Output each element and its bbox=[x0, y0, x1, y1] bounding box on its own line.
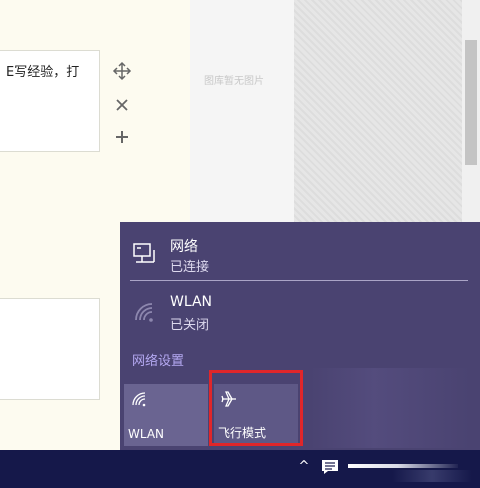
taskbar bbox=[0, 450, 480, 488]
tray-status-bar bbox=[348, 464, 458, 468]
wlan-title: WLAN bbox=[170, 294, 213, 310]
wlan-tile-label: WLAN bbox=[128, 427, 165, 441]
network-settings-link[interactable]: 网络设置 bbox=[132, 350, 184, 369]
network-title: 网络 bbox=[170, 239, 198, 255]
wifi-icon bbox=[132, 392, 146, 407]
wired-network-icon bbox=[133, 243, 155, 263]
move-icon[interactable] bbox=[112, 61, 132, 81]
airplane-mode-tile[interactable]: 飞行模式 bbox=[214, 384, 298, 446]
flyout-divider bbox=[130, 280, 468, 281]
airplane-icon bbox=[221, 391, 236, 407]
text-block-top[interactable]: E写经验，打 bbox=[0, 50, 100, 152]
wlan-item[interactable]: WLAN 已关闭 bbox=[120, 284, 480, 336]
close-icon[interactable] bbox=[112, 95, 132, 115]
network-item[interactable]: 网络 已连接 bbox=[120, 226, 480, 278]
network-status: 已连接 bbox=[170, 260, 210, 275]
text-block-bottom[interactable] bbox=[0, 298, 100, 400]
wlan-toggle-tile[interactable]: WLAN bbox=[124, 384, 208, 446]
blurred-region bbox=[310, 368, 470, 448]
text-block-top-content: E写经验，打 bbox=[6, 65, 80, 80]
plus-icon[interactable] bbox=[112, 127, 132, 147]
wlan-status: 已关闭 bbox=[170, 318, 210, 333]
watermark bbox=[392, 470, 472, 482]
airplane-tile-label: 飞行模式 bbox=[218, 426, 267, 440]
show-hidden-icons-chevron-icon[interactable]: ^ bbox=[296, 457, 312, 477]
scrollbar-thumb[interactable] bbox=[465, 40, 477, 165]
action-center-icon[interactable] bbox=[321, 459, 339, 475]
gallery-empty-text: 图库暂无图片 bbox=[204, 76, 264, 87]
wifi-off-icon bbox=[135, 303, 153, 322]
